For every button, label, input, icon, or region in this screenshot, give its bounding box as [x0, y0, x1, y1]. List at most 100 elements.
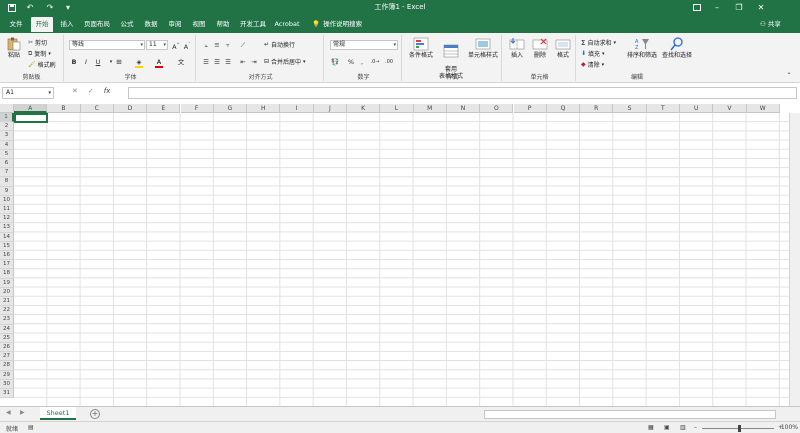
- autosum-button[interactable]: Σ 自动求和 ▾: [581, 38, 616, 48]
- row-header[interactable]: 25: [0, 333, 14, 343]
- column-header[interactable]: D: [113, 104, 148, 113]
- row-header[interactable]: 10: [0, 195, 14, 205]
- currency-icon[interactable]: 💱: [330, 57, 340, 67]
- formula-input[interactable]: [128, 87, 797, 99]
- cell-styles-button[interactable]: 单元格样式: [466, 37, 500, 59]
- row-header[interactable]: 26: [0, 343, 14, 353]
- zoom-slider-handle[interactable]: [738, 425, 741, 432]
- increase-indent-icon[interactable]: ⇥: [249, 57, 259, 67]
- column-header[interactable]: Q: [546, 104, 581, 113]
- sheet-tab[interactable]: Sheet1: [40, 407, 76, 420]
- format-painter-button[interactable]: 🖌 格式刷: [28, 60, 56, 69]
- cancel-icon[interactable]: ✕: [72, 87, 78, 99]
- align-left-icon[interactable]: ☰: [201, 57, 211, 67]
- column-header[interactable]: E: [147, 104, 181, 113]
- column-header[interactable]: J: [313, 104, 347, 113]
- column-header[interactable]: S: [613, 104, 647, 113]
- cut-button[interactable]: ✂ 剪切: [28, 38, 47, 47]
- row-header[interactable]: 19: [0, 278, 14, 288]
- orientation-icon[interactable]: ⟋: [238, 40, 248, 50]
- row-header[interactable]: 31: [0, 389, 14, 399]
- wrap-text-button[interactable]: ↵ 自动换行: [264, 40, 295, 49]
- column-header[interactable]: I: [280, 104, 314, 113]
- percent-button[interactable]: %: [346, 57, 356, 67]
- macro-record-icon[interactable]: ▤: [28, 424, 34, 431]
- row-header[interactable]: 5: [0, 149, 14, 159]
- increase-decimal-icon[interactable]: .0→: [370, 57, 380, 67]
- delete-cells-button[interactable]: 删除: [529, 37, 551, 59]
- row-header[interactable]: 2: [0, 122, 14, 132]
- prev-sheet-icon[interactable]: ◀: [6, 409, 11, 416]
- decrease-indent-icon[interactable]: ⇤: [238, 57, 248, 67]
- horizontal-scrollbar[interactable]: [484, 410, 776, 419]
- collapse-ribbon-icon[interactable]: ⌃: [784, 71, 794, 81]
- align-top-icon[interactable]: ⫠: [201, 40, 211, 50]
- format-cells-button[interactable]: 格式: [552, 37, 574, 59]
- conditional-format-button[interactable]: 条件格式: [406, 37, 436, 59]
- align-middle-icon[interactable]: ≡: [212, 40, 222, 50]
- row-header[interactable]: 9: [0, 186, 14, 196]
- undo-icon[interactable]: ↶: [24, 2, 36, 13]
- zoom-out-icon[interactable]: –: [694, 424, 697, 431]
- font-color-icon[interactable]: A: [154, 57, 164, 68]
- borders-icon[interactable]: ⊞: [114, 57, 124, 67]
- name-box[interactable]: A1 ▾: [2, 87, 54, 99]
- font-name-select[interactable]: 等线 ▾: [69, 40, 145, 50]
- row-header[interactable]: 20: [0, 287, 14, 297]
- enter-icon[interactable]: ✓: [88, 87, 94, 99]
- italic-button[interactable]: I: [81, 57, 91, 67]
- column-header[interactable]: F: [180, 104, 214, 113]
- tab-view[interactable]: 视图: [188, 17, 210, 32]
- tab-data[interactable]: 数据: [140, 17, 162, 32]
- tab-formulas[interactable]: 公式: [116, 17, 138, 32]
- column-header[interactable]: U: [680, 104, 714, 113]
- row-header[interactable]: 4: [0, 140, 14, 150]
- row-header[interactable]: 14: [0, 232, 14, 242]
- column-header[interactable]: O: [480, 104, 514, 113]
- zoom-level[interactable]: 100%: [781, 424, 798, 431]
- clear-button[interactable]: ◆ 清除 ▾: [581, 60, 604, 69]
- row-header[interactable]: 22: [0, 306, 14, 316]
- tab-help[interactable]: 帮助: [212, 17, 234, 32]
- row-header[interactable]: 24: [0, 324, 14, 334]
- select-all-corner[interactable]: [0, 104, 14, 113]
- row-header[interactable]: 12: [0, 214, 14, 224]
- column-header[interactable]: T: [646, 104, 680, 113]
- page-layout-view-icon[interactable]: ▣: [664, 424, 670, 431]
- row-header[interactable]: 23: [0, 315, 14, 325]
- share-button[interactable]: ⚇ 共享: [760, 17, 781, 32]
- row-header[interactable]: 15: [0, 241, 14, 251]
- number-format-select[interactable]: 常规 ▾: [330, 40, 398, 50]
- align-bottom-icon[interactable]: ⫟: [223, 40, 233, 50]
- tell-me-search[interactable]: 💡 操作说明搜索: [312, 17, 362, 32]
- fill-button[interactable]: ⬇ 填充 ▾: [581, 49, 605, 58]
- tab-home[interactable]: 开始: [31, 17, 53, 32]
- column-header[interactable]: G: [213, 104, 248, 113]
- column-header[interactable]: H: [247, 104, 281, 113]
- column-header[interactable]: K: [347, 104, 381, 113]
- redo-icon[interactable]: ↷: [44, 2, 56, 13]
- column-header[interactable]: V: [713, 104, 747, 113]
- row-header[interactable]: 6: [0, 159, 14, 169]
- find-select-button[interactable]: 查找和选择: [660, 37, 694, 59]
- row-header[interactable]: 3: [0, 131, 14, 141]
- column-header[interactable]: A: [14, 104, 48, 113]
- row-header[interactable]: 21: [0, 297, 14, 307]
- add-sheet-icon[interactable]: +: [90, 409, 100, 419]
- underline-button[interactable]: U: [93, 57, 103, 67]
- close-icon[interactable]: ✕: [754, 1, 768, 13]
- minimize-icon[interactable]: –: [710, 1, 724, 13]
- grow-font-icon[interactable]: A^: [171, 40, 181, 51]
- row-header[interactable]: 30: [0, 379, 14, 389]
- column-header[interactable]: L: [380, 104, 414, 113]
- normal-view-icon[interactable]: ▦: [648, 424, 654, 431]
- fill-color-icon[interactable]: ◈: [134, 57, 144, 68]
- column-header[interactable]: N: [446, 104, 481, 113]
- comma-style-icon[interactable]: ,: [357, 57, 367, 67]
- column-header[interactable]: P: [513, 104, 547, 113]
- row-header[interactable]: 7: [0, 168, 14, 178]
- tab-page-layout[interactable]: 页面布局: [81, 17, 113, 32]
- paste-button[interactable]: 粘贴: [4, 37, 24, 59]
- merge-center-button[interactable]: ⊟ 合并后居中 ▾: [264, 57, 306, 66]
- tab-file[interactable]: 文件: [4, 17, 28, 32]
